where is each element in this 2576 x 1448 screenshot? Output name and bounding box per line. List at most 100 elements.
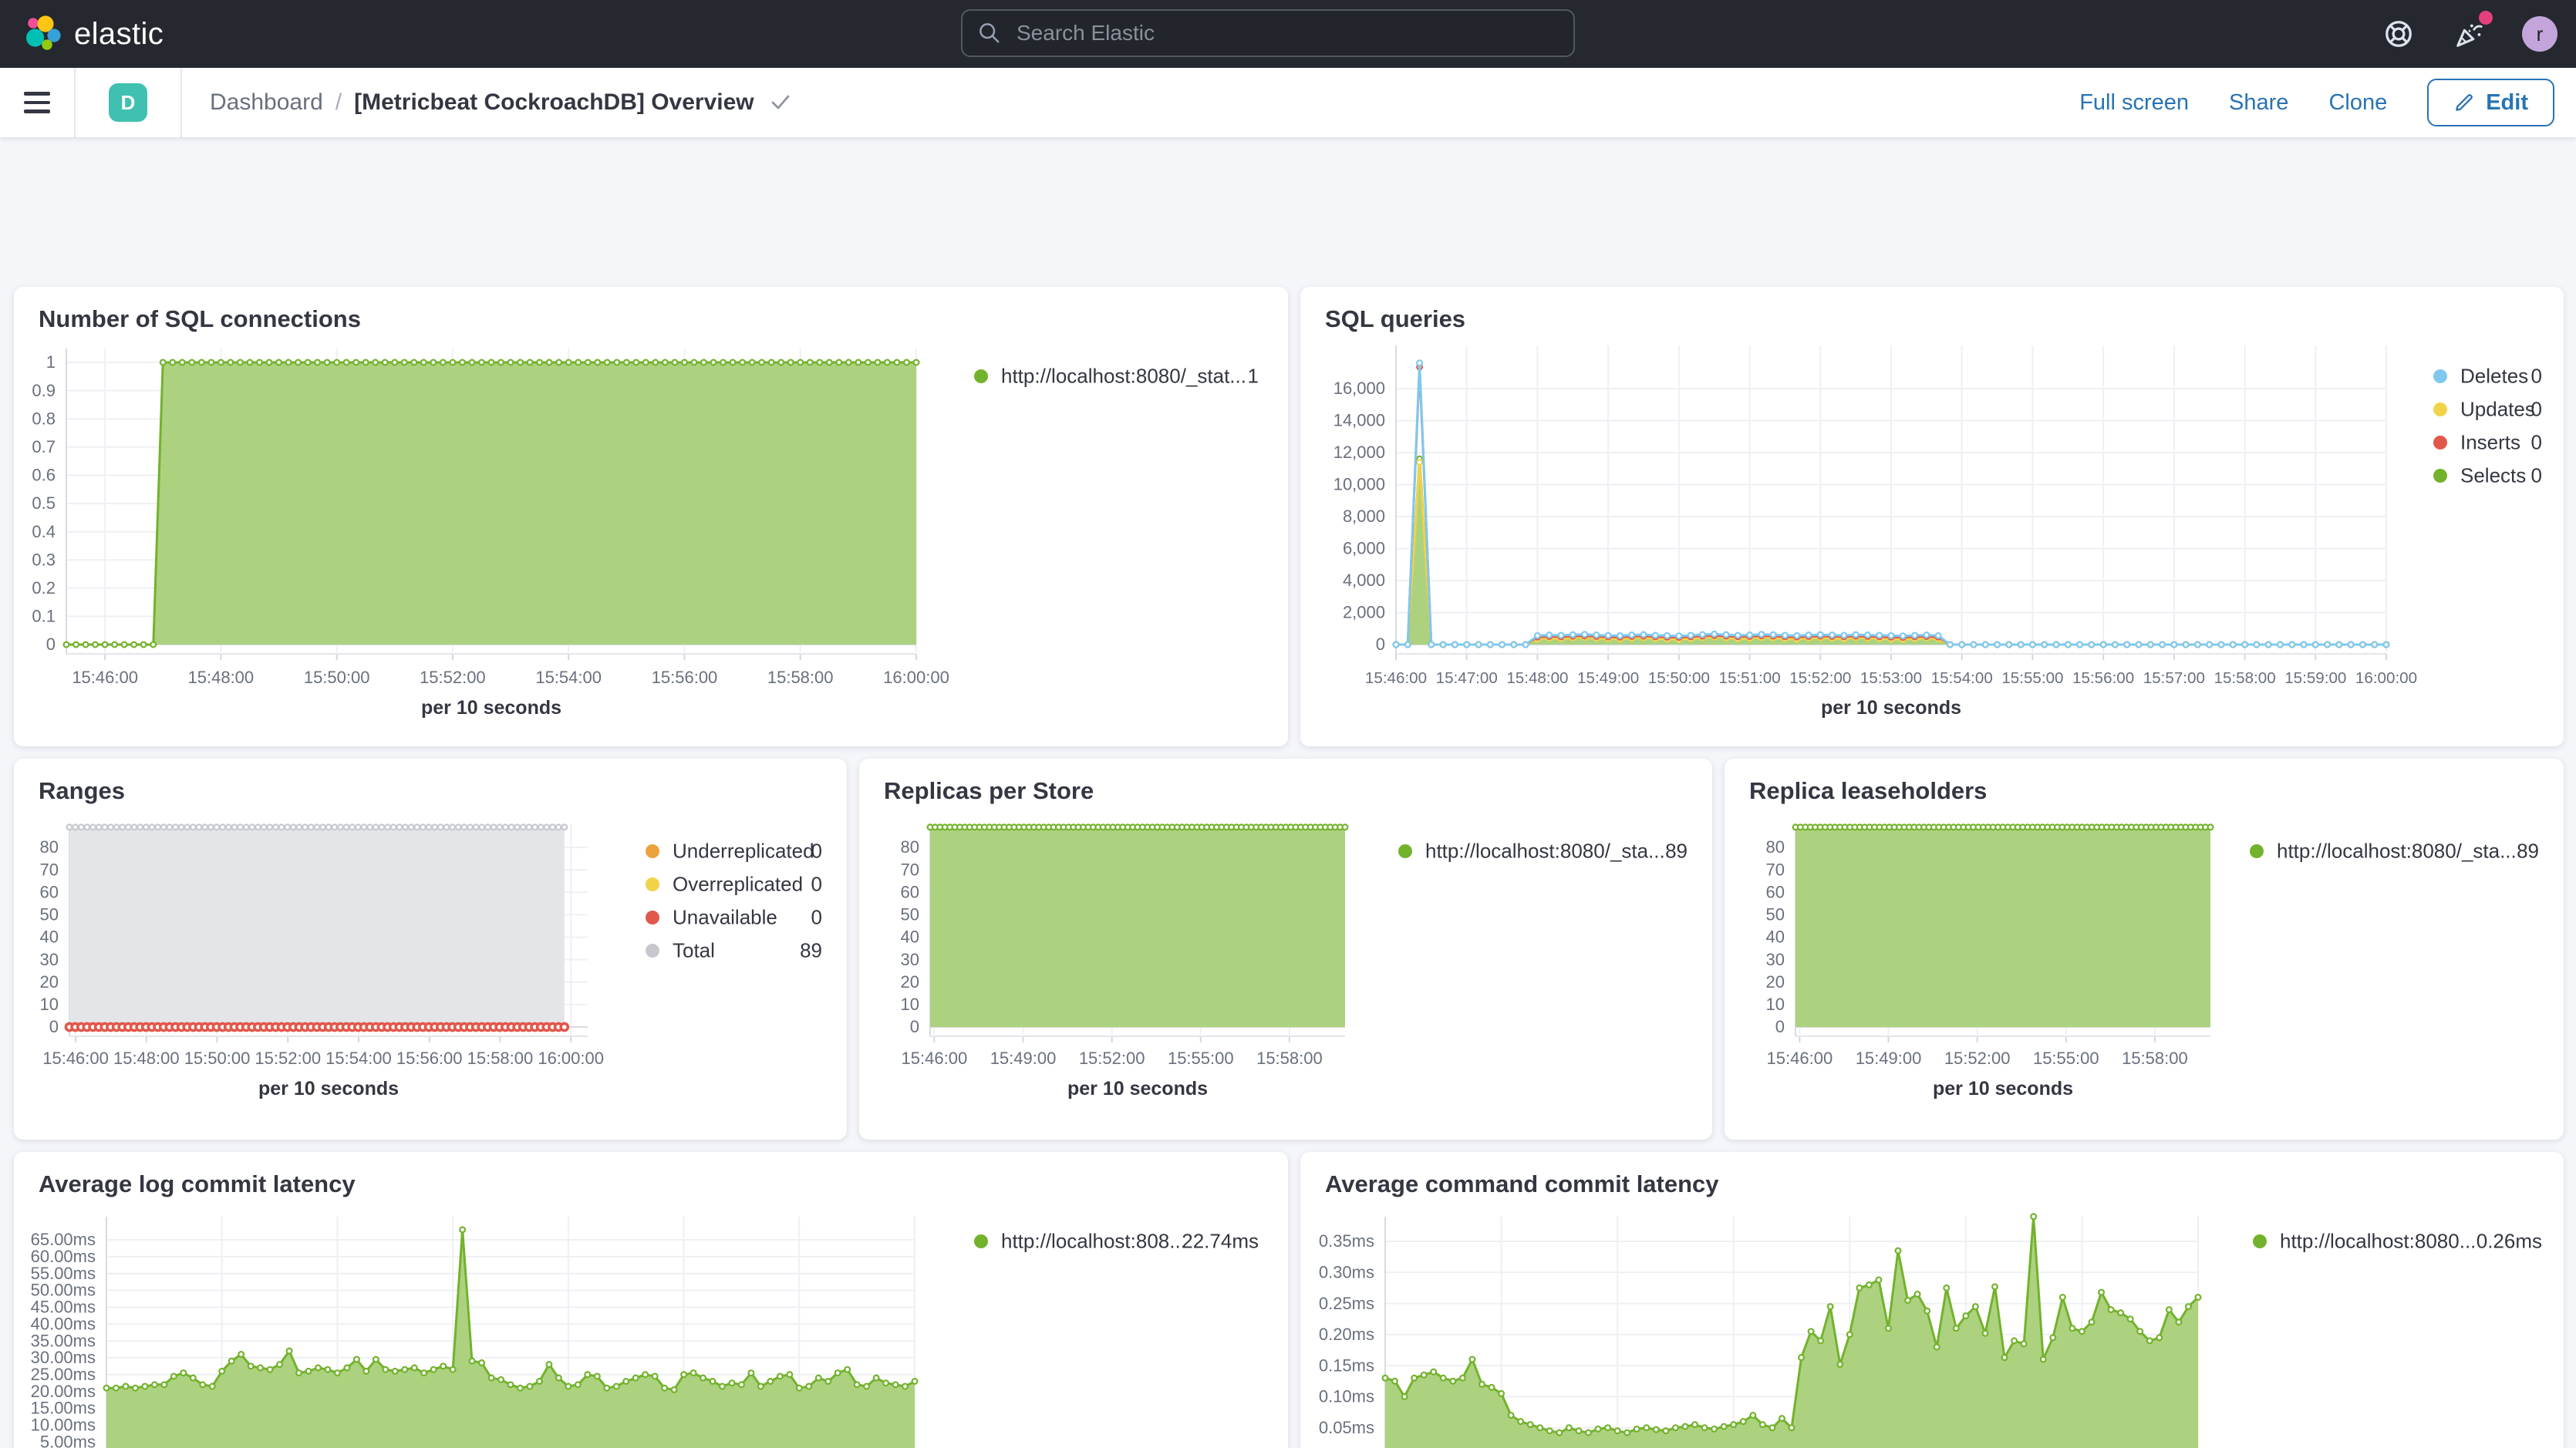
menu-button[interactable] — [0, 68, 76, 137]
data-point-marker — [2166, 1307, 2172, 1312]
y-axis-tick-label: 0 — [46, 635, 56, 654]
x-axis-tick-label: 15:47:00 — [1436, 669, 1498, 687]
search-input[interactable] — [1013, 19, 1558, 47]
data-point-marker — [556, 1376, 561, 1381]
data-point-marker — [561, 824, 567, 830]
legend-item[interactable]: Unavailable0 — [646, 906, 822, 929]
panel-sql-queries: SQL queries 02,0004,0006,0008,00010,0001… — [1300, 287, 2564, 746]
data-point-marker — [825, 1379, 831, 1384]
dashboard-grid: Number of SQL connections 00.10.20.30.40… — [0, 137, 2576, 1448]
data-point-marker — [1747, 632, 1752, 638]
x-axis-tick-label: 15:58:00 — [2122, 1049, 2188, 1068]
chart-canvas: 00.10.20.30.40.50.60.70.80.9115:46:0015:… — [14, 287, 1288, 746]
legend-item[interactable]: http://localhost:808...22.74ms — [974, 1230, 1259, 1253]
full-screen-button[interactable]: Full screen — [2079, 90, 2189, 116]
data-point-marker — [1936, 633, 1941, 638]
data-point-marker — [1841, 633, 1846, 638]
data-point-marker — [749, 1370, 754, 1376]
x-axis-tick-label: 15:54:00 — [1931, 669, 1993, 687]
data-point-marker — [1450, 1379, 1455, 1384]
legend-label: Unavailable — [673, 906, 777, 929]
title-caret-icon[interactable] — [770, 93, 791, 112]
data-point-marker — [1653, 633, 1658, 638]
legend-item[interactable]: Selects0 — [2433, 464, 2542, 487]
legend-item[interactable]: http://localhost:8080...0.26ms — [2253, 1230, 2542, 1253]
data-point-marker — [255, 824, 261, 830]
data-point-marker — [595, 360, 600, 365]
data-point-marker — [556, 360, 561, 365]
legend-dot — [2433, 402, 2447, 416]
data-point-marker — [93, 642, 98, 648]
breadcrumb-toolbar: D Dashboard / [Metricbeat CockroachDB] O… — [0, 68, 2576, 137]
data-point-marker — [1779, 1416, 1785, 1421]
legend-label: Updates — [2460, 398, 2535, 421]
chart-ranges[interactable]: 0102030405060708015:46:0015:48:0015:50:0… — [14, 759, 847, 1140]
x-axis-tick-label: 15:58:00 — [2214, 669, 2275, 687]
share-button[interactable]: Share — [2229, 90, 2288, 116]
series-area — [66, 362, 916, 645]
data-point-marker — [1663, 1428, 1668, 1433]
data-point-marker — [383, 360, 388, 365]
data-point-marker — [2101, 642, 2106, 648]
legend-item[interactable]: Updates0 — [2433, 398, 2542, 421]
data-point-marker — [1470, 1357, 1475, 1362]
y-axis-tick-label: 45.00ms — [31, 1298, 96, 1317]
y-axis-tick-label: 60 — [40, 882, 59, 901]
data-point-marker — [673, 360, 678, 365]
data-point-marker — [2148, 642, 2153, 648]
breadcrumb-dashboard[interactable]: Dashboard — [210, 89, 323, 116]
help-button[interactable] — [2380, 15, 2417, 52]
data-point-marker — [2176, 1319, 2182, 1325]
legend-item[interactable]: Inserts0 — [2433, 431, 2542, 454]
data-point-marker — [1479, 1382, 1485, 1387]
data-point-marker — [1721, 1424, 1727, 1429]
elastic-logo[interactable]: elastic — [0, 14, 164, 54]
avatar-initial: r — [2537, 22, 2544, 46]
data-point-marker — [2031, 1214, 2036, 1219]
data-point-marker — [624, 360, 629, 365]
data-point-marker — [1889, 633, 1894, 638]
data-point-marker — [393, 1369, 398, 1374]
global-search[interactable] — [961, 9, 1575, 57]
space-switcher[interactable]: D — [76, 68, 182, 137]
legend-item[interactable]: Deletes0 — [2433, 365, 2542, 388]
data-point-marker — [575, 360, 581, 365]
data-point-marker — [173, 824, 178, 830]
y-axis-tick-label: 10 — [40, 995, 59, 1014]
data-point-marker — [238, 1352, 244, 1357]
user-avatar[interactable]: r — [2522, 16, 2557, 52]
data-point-marker — [1629, 632, 1634, 638]
edit-button[interactable]: Edit — [2427, 79, 2554, 126]
data-point-marker — [104, 1386, 110, 1391]
data-point-marker — [2208, 824, 2214, 830]
data-point-marker — [1829, 632, 1835, 638]
data-point-marker — [180, 1370, 186, 1376]
data-point-marker — [1711, 631, 1717, 637]
data-point-marker — [1758, 631, 1764, 637]
legend-item[interactable]: Total89 — [646, 939, 822, 962]
data-point-marker — [479, 824, 484, 830]
data-point-marker — [875, 360, 881, 365]
data-point-marker — [1596, 1426, 1601, 1432]
clone-button[interactable]: Clone — [2328, 90, 2387, 116]
legend-label: Total — [673, 939, 715, 962]
panel-replicas-per-store: Replicas per Store 0102030405060708015:4… — [859, 759, 1712, 1140]
chart-sql-queries[interactable]: 02,0004,0006,0008,00010,00012,00014,0001… — [1300, 287, 2564, 746]
newsfeed-button[interactable] — [2451, 15, 2488, 52]
data-point-marker — [565, 1384, 571, 1389]
legend-item[interactable]: http://localhost:8080/_stat...1 — [974, 365, 1259, 388]
data-point-marker — [326, 824, 332, 830]
legend-item[interactable]: Overreplicated0 — [646, 873, 822, 896]
data-point-marker — [285, 824, 290, 830]
chart-sql-connections[interactable]: 00.10.20.30.40.50.60.70.80.9115:46:0015:… — [14, 287, 1288, 746]
y-axis-tick-label: 10 — [901, 995, 919, 1014]
chart-replicas-per-store[interactable]: 0102030405060708015:46:0015:49:0015:52:0… — [859, 759, 1712, 1140]
data-point-marker — [79, 824, 84, 830]
y-axis-tick-label: 55.00ms — [31, 1264, 96, 1283]
legend-item[interactable]: Underreplicated0 — [646, 840, 822, 863]
chart-replica-leaseholders[interactable]: 0102030405060708015:46:0015:49:0015:52:0… — [1725, 759, 2564, 1140]
data-point-marker — [1876, 1278, 1882, 1283]
legend-item[interactable]: http://localhost:8080/_sta...89 — [1398, 840, 1688, 863]
legend-item[interactable]: http://localhost:8080/_sta...89 — [2250, 840, 2539, 863]
data-point-marker — [2186, 1304, 2191, 1309]
